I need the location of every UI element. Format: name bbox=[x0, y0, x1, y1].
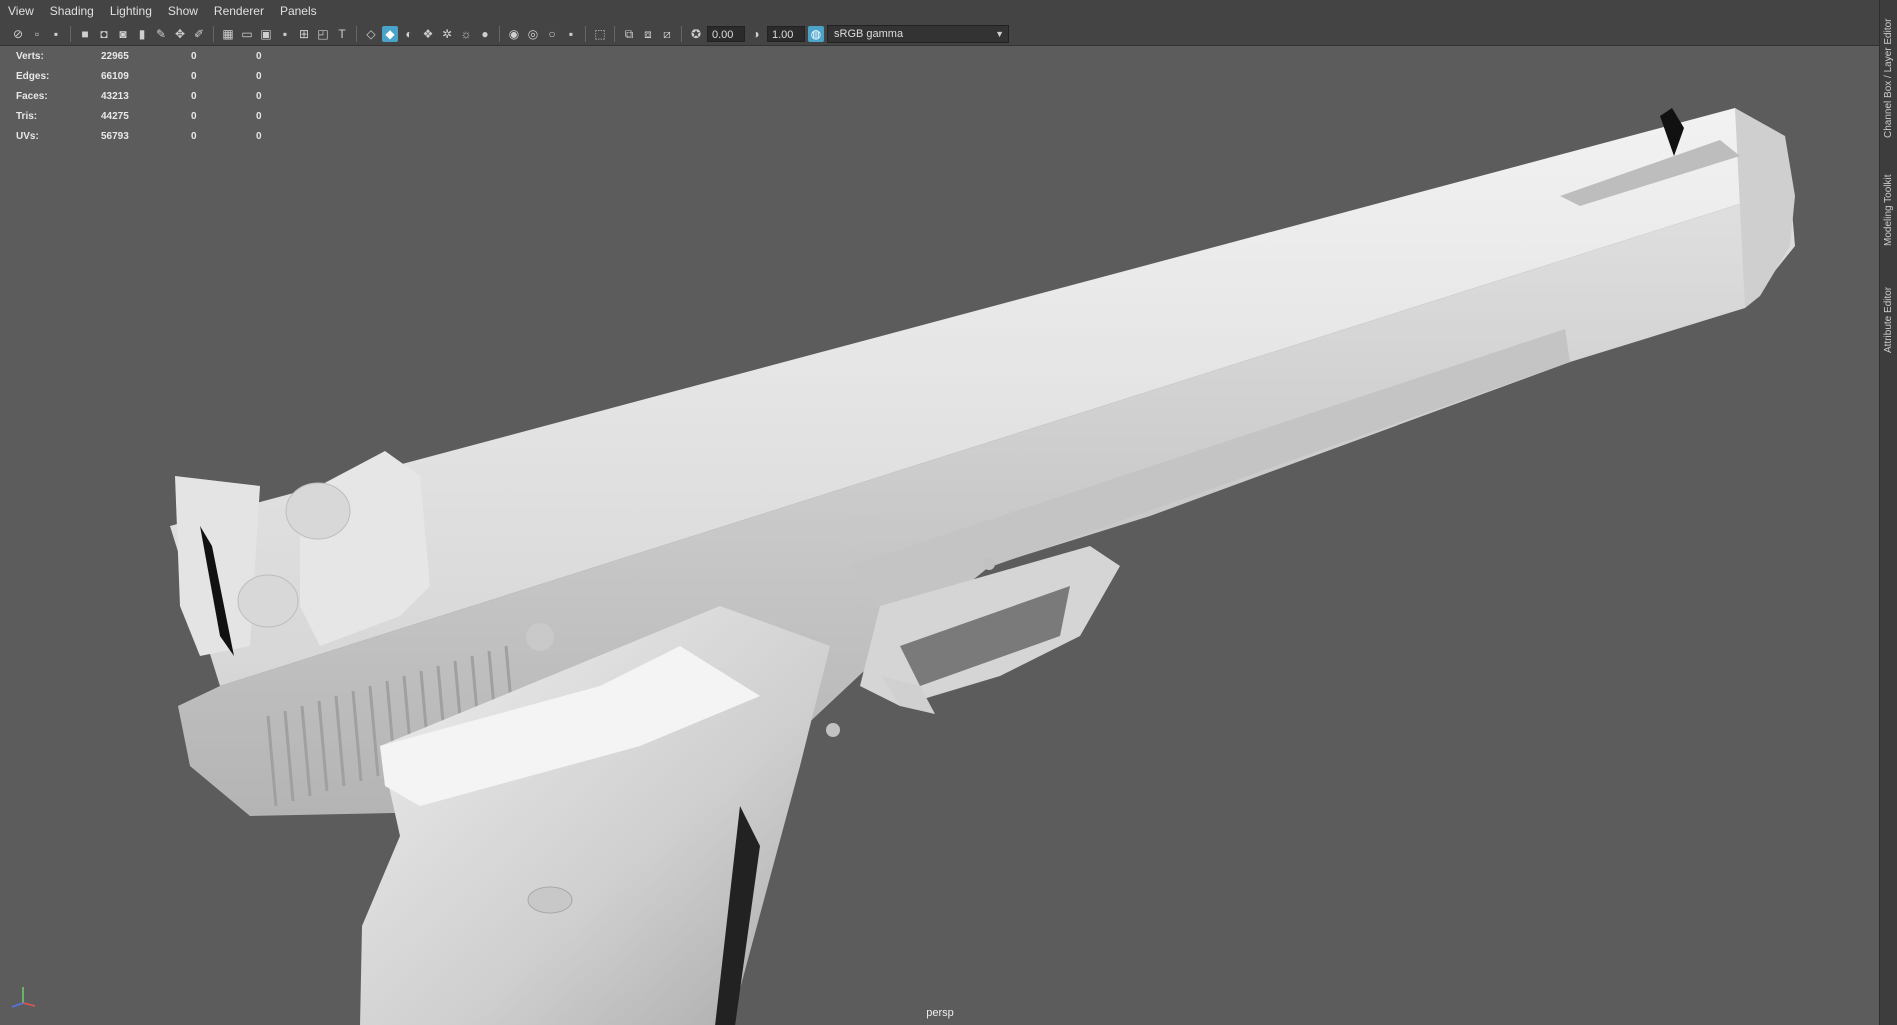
perspective-viewport[interactable]: Verts: 22965 0 0 Edges: 66109 0 0 Faces:… bbox=[0, 46, 1880, 1025]
rear-sight bbox=[175, 476, 260, 656]
safe-action-icon[interactable]: ◰ bbox=[315, 26, 331, 42]
hud-selected: 0 bbox=[191, 70, 197, 82]
hud-uv: 0 bbox=[256, 90, 262, 102]
hud-label: Verts: bbox=[16, 50, 44, 62]
chevron-down-icon: ▼ bbox=[995, 28, 1004, 39]
camera-attributes-icon[interactable]: ▪ bbox=[48, 26, 64, 42]
motion-blur-icon[interactable]: ◎ bbox=[525, 26, 541, 42]
gamma-field[interactable]: 1.00 bbox=[767, 25, 805, 42]
pistol-model[interactable] bbox=[0, 46, 1880, 1025]
elevation-screw bbox=[285, 482, 351, 540]
xray-icon[interactable]: ● bbox=[477, 26, 493, 42]
select-camera-icon[interactable]: ⊘ bbox=[10, 26, 26, 42]
camera-tools-icon[interactable]: ◙ bbox=[115, 26, 131, 42]
hud-value: 66109 bbox=[101, 70, 129, 82]
hud-row-faces: Faces: 43213 0 0 bbox=[16, 86, 296, 106]
film-gate-icon[interactable]: ▭ bbox=[239, 26, 255, 42]
frame-pin bbox=[826, 723, 840, 737]
gamma-icon[interactable]: ◑ bbox=[748, 26, 764, 42]
view-transform-dropdown[interactable]: sRGB gamma ▼ bbox=[827, 24, 1009, 43]
smooth-shade-icon[interactable]: ◆ bbox=[382, 25, 398, 42]
shadows-icon[interactable]: ☼ bbox=[458, 26, 474, 42]
exposure-icon[interactable]: ✪ bbox=[688, 26, 704, 42]
grid-icon[interactable]: ▦ bbox=[220, 26, 236, 42]
hud-selected: 0 bbox=[191, 110, 197, 122]
hud-value: 43213 bbox=[101, 90, 129, 102]
view-transform-value: sRGB gamma bbox=[834, 27, 904, 40]
side-tab-strip: Channel Box / Layer Editor Modeling Tool… bbox=[1879, 0, 1897, 1025]
hud-value: 44275 bbox=[101, 110, 129, 122]
hud-label: Edges: bbox=[16, 70, 50, 82]
tab-modeling-toolkit[interactable]: Modeling Toolkit bbox=[1880, 160, 1897, 260]
hud-uv: 0 bbox=[256, 130, 262, 142]
hud-value: 56793 bbox=[101, 130, 129, 142]
field-chart-icon[interactable]: ⊞ bbox=[296, 26, 312, 42]
hud-uv: 0 bbox=[256, 70, 262, 82]
hud-uv: 0 bbox=[256, 50, 262, 62]
camera-bookmark-icon[interactable]: ◘ bbox=[96, 26, 112, 42]
hud-selected: 0 bbox=[191, 90, 197, 102]
wireframe-icon[interactable]: ◇ bbox=[363, 26, 379, 42]
menu-panels[interactable]: Panels bbox=[272, 0, 325, 22]
lock-camera-icon[interactable]: ▫ bbox=[29, 26, 45, 42]
ambient-occlusion-icon[interactable]: ◉ bbox=[506, 26, 522, 42]
menu-view[interactable]: View bbox=[0, 0, 42, 22]
depth-of-field-icon[interactable]: ▪ bbox=[563, 26, 579, 42]
tab-channel-box[interactable]: Channel Box / Layer Editor bbox=[1880, 8, 1897, 148]
use-all-lights-icon[interactable]: ✲ bbox=[439, 26, 455, 42]
menu-renderer[interactable]: Renderer bbox=[206, 0, 272, 22]
camera-name-label: persp bbox=[926, 1007, 954, 1019]
menu-shading[interactable]: Shading bbox=[42, 0, 102, 22]
toolbar-divider bbox=[585, 25, 586, 42]
grease-pencil-icon[interactable]: ✎ bbox=[153, 26, 169, 42]
hud-row-edges: Edges: 66109 0 0 bbox=[16, 66, 296, 86]
hud-row-uvs: UVs: 56793 0 0 bbox=[16, 126, 296, 146]
wireframe-on-shaded-icon[interactable]: ◐ bbox=[401, 26, 417, 42]
panel-toolbar: ⊘ ▫ ▪ ■ ◘ ◙ ▮ ✎ ✥ ✐ ▦ ▭ ▣ ▪ ⊞ ◰ T ◇ ◆ ◐ … bbox=[0, 22, 1880, 46]
frame-pin bbox=[851, 605, 867, 621]
toolbar-divider bbox=[70, 25, 71, 42]
exposure-field[interactable]: 0.00 bbox=[707, 25, 745, 42]
slide-muzzle bbox=[1735, 108, 1795, 308]
hud-value: 22965 bbox=[101, 50, 129, 62]
windage-screw bbox=[237, 574, 299, 628]
camera-icon[interactable]: ■ bbox=[77, 26, 93, 42]
gate-mask-icon[interactable]: ▪ bbox=[277, 26, 293, 42]
frame-pin bbox=[526, 623, 554, 651]
heads-up-display: Verts: 22965 0 0 Edges: 66109 0 0 Faces:… bbox=[16, 46, 296, 146]
pan-zoom-icon[interactable]: ✥ bbox=[172, 26, 188, 42]
textured-icon[interactable]: ❖ bbox=[420, 26, 436, 42]
backface-culling-icon[interactable]: ⧄ bbox=[659, 26, 675, 42]
hud-selected: 0 bbox=[191, 130, 197, 142]
hud-row-verts: Verts: 22965 0 0 bbox=[16, 46, 296, 66]
xray-active-icon[interactable]: ⧈ bbox=[640, 26, 656, 42]
isolate-select-icon[interactable]: ⬚ bbox=[592, 26, 608, 42]
hud-label: Faces: bbox=[16, 90, 48, 102]
toolbar-divider bbox=[213, 25, 214, 42]
hud-label: UVs: bbox=[16, 130, 39, 142]
hud-label: Tris: bbox=[16, 110, 38, 122]
tab-attribute-editor[interactable]: Attribute Editor bbox=[1880, 270, 1897, 370]
anti-aliasing-icon[interactable]: ○ bbox=[544, 26, 560, 42]
toolbar-divider bbox=[356, 25, 357, 42]
safe-title-icon[interactable]: T bbox=[334, 26, 350, 42]
grip-screw bbox=[527, 886, 573, 914]
hud-row-tris: Tris: 44275 0 0 bbox=[16, 106, 296, 126]
hud-selected: 0 bbox=[191, 50, 197, 62]
toolbar-divider bbox=[614, 25, 615, 42]
menu-show[interactable]: Show bbox=[160, 0, 206, 22]
frame-pin bbox=[983, 558, 995, 570]
resolution-gate-icon[interactable]: ▣ bbox=[258, 26, 274, 42]
bookmark-icon[interactable]: ▮ bbox=[134, 26, 150, 42]
xray-joints-icon[interactable]: ⧉ bbox=[621, 26, 637, 42]
color-management-icon[interactable]: ◍ bbox=[808, 25, 824, 42]
pencil-icon[interactable]: ✐ bbox=[191, 26, 207, 42]
panel-menubar: View Shading Lighting Show Renderer Pane… bbox=[0, 0, 1880, 23]
toolbar-divider bbox=[499, 25, 500, 42]
toolbar-divider bbox=[681, 25, 682, 42]
menu-lighting[interactable]: Lighting bbox=[102, 0, 160, 22]
hud-uv: 0 bbox=[256, 110, 262, 122]
